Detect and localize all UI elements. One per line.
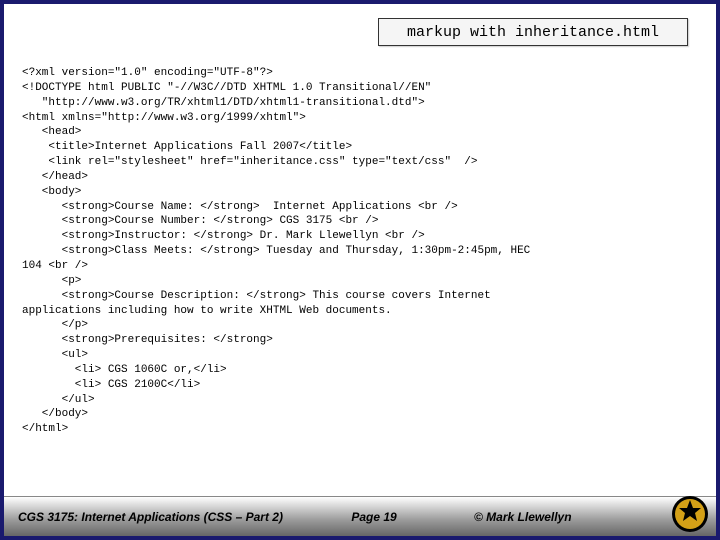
ucf-logo-icon (670, 494, 710, 534)
filename-text: markup with inheritance.html (407, 24, 659, 41)
slide-footer: CGS 3175: Internet Applications (CSS – P… (4, 496, 716, 536)
footer-page: Page 19 (304, 510, 444, 524)
footer-course: CGS 3175: Internet Applications (CSS – P… (4, 510, 304, 524)
code-listing: <?xml version="1.0" encoding="UTF-8"?> <… (22, 66, 698, 437)
filename-box: markup with inheritance.html (378, 18, 688, 46)
slide-container: markup with inheritance.html <?xml versi… (0, 0, 720, 540)
